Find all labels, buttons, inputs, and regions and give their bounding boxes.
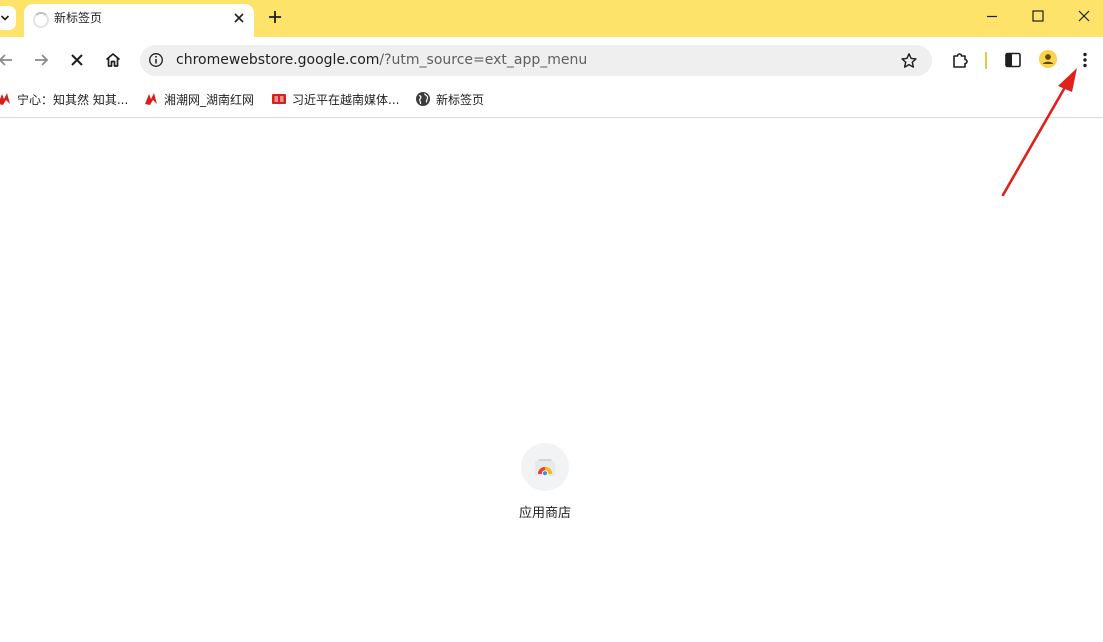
home-icon[interactable] (103, 50, 123, 70)
red-annotation-arrow-icon (1001, 68, 1077, 197)
bookmark-label: 新标签页 (436, 92, 485, 107)
bookmark-item[interactable]: 宁心：知其然 知其... (0, 90, 128, 108)
bookmark-item[interactable]: 湘潮网_湖南红网 (143, 90, 254, 108)
shortcut-tile[interactable]: 应用商店 (505, 443, 585, 522)
url-path: /?utm_source=ext_app_menu (379, 52, 588, 68)
bookmark-label: 习近平在越南媒体... (292, 92, 400, 107)
shortcut-label: 应用商店 (518, 506, 571, 521)
shortcut-icon-circle (521, 443, 569, 491)
url-host: chromewebstore.google.com (176, 52, 380, 68)
new-tab-plus-icon[interactable] (266, 8, 284, 26)
title-bar: 新标签页 (0, 0, 1103, 37)
address-bar[interactable]: chromewebstore.google.com/?utm_source=ex… (140, 45, 932, 76)
red-badge-icon (272, 94, 286, 104)
chevron-down-icon (0, 15, 10, 21)
back-arrow-icon[interactable] (0, 50, 16, 70)
bookmark-star-icon[interactable] (899, 51, 919, 71)
bookmark-label: 湘潮网_湖南红网 (164, 92, 255, 107)
loading-spinner-icon (33, 12, 49, 28)
url-text: chromewebstore.google.com/?utm_source=ex… (176, 52, 587, 69)
toolbar-divider (985, 52, 987, 69)
chrome-web-store-icon (535, 459, 555, 477)
red-brush-icon (145, 93, 157, 105)
tab-search-button[interactable] (0, 6, 16, 30)
red-brush-icon (0, 93, 10, 105)
bookmarks-bar: 宁心：知其然 知其... 湘潮网_湖南红网 习近平在越南媒体... 新标签页 (0, 82, 1103, 118)
minimize-icon[interactable] (984, 8, 1000, 24)
tab-title: 新标签页 (54, 11, 103, 25)
window-close-icon[interactable] (1076, 8, 1092, 24)
toolbar: chromewebstore.google.com/?utm_source=ex… (0, 37, 1103, 82)
site-info-icon[interactable] (148, 52, 164, 68)
stop-loading-icon[interactable] (67, 50, 87, 70)
tab-new-tab[interactable]: 新标签页 (24, 4, 254, 37)
forward-arrow-icon[interactable] (31, 50, 51, 70)
maximize-icon[interactable] (1030, 8, 1046, 24)
bookmark-item[interactable]: 习近平在越南媒体... (271, 90, 399, 108)
close-icon[interactable] (231, 10, 247, 26)
extensions-puzzle-icon[interactable] (950, 50, 970, 70)
bookmark-label: 宁心：知其然 知其... (17, 92, 129, 107)
bookmark-item[interactable]: 新标签页 (415, 90, 484, 108)
globe-icon (416, 92, 430, 106)
